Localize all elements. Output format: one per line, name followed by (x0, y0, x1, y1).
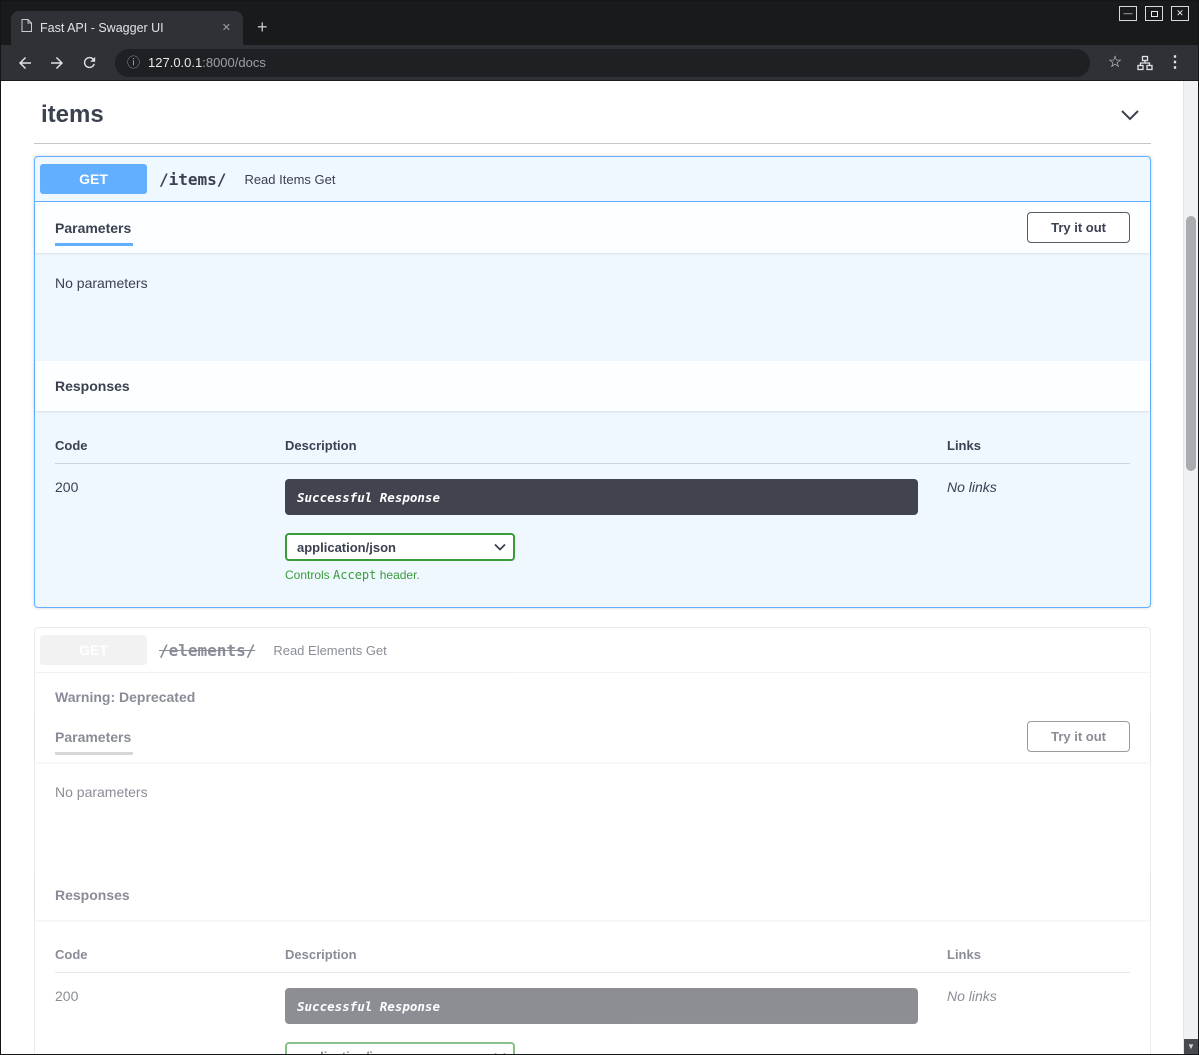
scroll-down-button[interactable]: ▼ (1184, 1039, 1198, 1054)
tag-section-header: items (34, 93, 1151, 144)
tab-title: Fast API - Swagger UI (40, 21, 212, 35)
response-description-box: Successful Response (285, 479, 918, 515)
new-tab-button[interactable]: + (257, 18, 268, 36)
responses-header: Responses (35, 870, 1150, 920)
responses-table-header: Code Description Links (55, 935, 1130, 973)
responses-table-header: Code Description Links (55, 426, 1130, 464)
no-parameters-text: No parameters (55, 275, 148, 291)
endpoint-path: /items/ (159, 170, 226, 189)
window-maximize-button[interactable] (1145, 6, 1163, 21)
deprecated-warning: Warning: Deprecated (35, 673, 1150, 711)
response-description-text: Successful Response (297, 490, 440, 505)
reload-button[interactable] (75, 49, 103, 77)
opblock-get-elements-deprecated: GET /elements/ Read Elements Get Warning… (34, 627, 1151, 1054)
parameters-body: No parameters (35, 762, 1150, 870)
tag-title: items (41, 101, 104, 129)
responses-title: Responses (55, 887, 130, 903)
titlebar: Fast API - Swagger UI ✕ + — ✕ (1, 1, 1198, 45)
url-text: 127.0.0.1:8000/docs (148, 54, 266, 72)
url-host: 127.0.0.1 (148, 55, 202, 70)
media-type-select-wrap: application/json (285, 533, 515, 561)
opblock-body: Parameters Try it out No parameters Resp… (35, 202, 1150, 607)
response-code: 200 (55, 479, 285, 582)
try-it-out-button[interactable]: Try it out (1027, 212, 1130, 243)
opblock-summary[interactable]: GET /elements/ Read Elements Get (35, 628, 1150, 673)
opblock-get-items: GET /items/ Read Items Get Parameters Tr… (34, 156, 1151, 608)
opblock-body: Warning: Deprecated Parameters Try it ou… (35, 673, 1150, 1054)
back-icon (16, 54, 34, 72)
back-button[interactable] (11, 49, 39, 77)
parameters-header: Parameters Try it out (35, 711, 1150, 762)
method-badge: GET (40, 164, 147, 194)
description-column-header: Description (285, 947, 947, 962)
endpoint-summary: Read Elements Get (273, 643, 386, 658)
media-type-select-wrap: application/json (285, 1042, 515, 1054)
try-it-out-button[interactable]: Try it out (1027, 721, 1130, 752)
network-hierarchy-icon[interactable] (1132, 50, 1158, 76)
url-path: :8000/docs (202, 55, 266, 70)
media-type-select[interactable]: application/json (285, 1042, 515, 1054)
response-description-cell: Successful Response application/json (285, 479, 947, 582)
response-code: 200 (55, 988, 285, 1054)
forward-button[interactable] (43, 49, 71, 77)
site-info-icon[interactable]: ⓘ (127, 56, 140, 69)
browser-toolbar: ⓘ 127.0.0.1:8000/docs ☆ ⋮ (1, 45, 1198, 81)
description-column-header: Description (285, 438, 947, 453)
window-controls: — ✕ (1119, 6, 1189, 21)
response-description-box: Successful Response (285, 988, 918, 1024)
method-badge: GET (40, 635, 147, 665)
media-type-select[interactable]: application/json (285, 533, 515, 561)
maximize-icon (1151, 11, 1158, 17)
response-links: No links (947, 479, 1130, 582)
parameters-tab[interactable]: Parameters (55, 711, 131, 762)
address-bar[interactable]: ⓘ 127.0.0.1:8000/docs (115, 49, 1090, 77)
response-description-cell: Successful Response application/json (285, 988, 947, 1054)
minimize-icon: — (1124, 9, 1133, 18)
bookmark-star-icon[interactable]: ☆ (1102, 50, 1128, 76)
parameters-body: No parameters (35, 253, 1150, 361)
response-row: 200 Successful Response application/json (55, 464, 1130, 582)
window-close-button[interactable]: ✕ (1171, 6, 1189, 21)
browser-window: Fast API - Swagger UI ✕ + — ✕ ⓘ 127.0.0.… (0, 0, 1199, 1055)
tab-close-icon[interactable]: ✕ (220, 21, 233, 36)
endpoint-path: /elements/ (159, 641, 255, 660)
scrollbar-thumb[interactable] (1186, 216, 1196, 471)
no-parameters-text: No parameters (55, 784, 148, 800)
browser-tab[interactable]: Fast API - Swagger UI ✕ (11, 11, 243, 45)
accept-header-hint: Controls Accept header. (285, 568, 947, 582)
reload-icon (81, 54, 98, 71)
links-column-header: Links (947, 438, 1130, 453)
chevron-down-icon (1120, 109, 1140, 121)
scroll-down-icon: ▼ (1187, 1043, 1195, 1051)
page-favicon-icon (21, 19, 32, 37)
page-content: items GET /items/ Read Items Get Paramet… (1, 81, 1198, 1054)
endpoint-summary: Read Items Get (244, 172, 335, 187)
parameters-header: Parameters Try it out (35, 202, 1150, 253)
code-column-header: Code (55, 438, 285, 453)
section-collapse-button[interactable] (1116, 105, 1144, 125)
close-icon: ✕ (1176, 9, 1184, 18)
response-row: 200 Successful Response application/json (55, 973, 1130, 1054)
links-column-header: Links (947, 947, 1130, 962)
browser-menu-icon[interactable]: ⋮ (1162, 50, 1188, 76)
opblock-summary[interactable]: GET /items/ Read Items Get (35, 157, 1150, 202)
code-column-header: Code (55, 947, 285, 962)
responses-title: Responses (55, 378, 130, 394)
scrollbar[interactable]: ▼ (1183, 81, 1198, 1054)
response-description-text: Successful Response (297, 999, 440, 1014)
swagger-page: items GET /items/ Read Items Get Paramet… (1, 81, 1183, 1054)
responses-table: Code Description Links 200 Successful Re… (35, 920, 1150, 1054)
parameters-tab[interactable]: Parameters (55, 202, 131, 253)
response-links: No links (947, 988, 1130, 1054)
responses-header: Responses (35, 361, 1150, 411)
responses-table: Code Description Links 200 Successful Re… (35, 411, 1150, 607)
forward-icon (48, 54, 66, 72)
window-minimize-button[interactable]: — (1119, 6, 1137, 21)
